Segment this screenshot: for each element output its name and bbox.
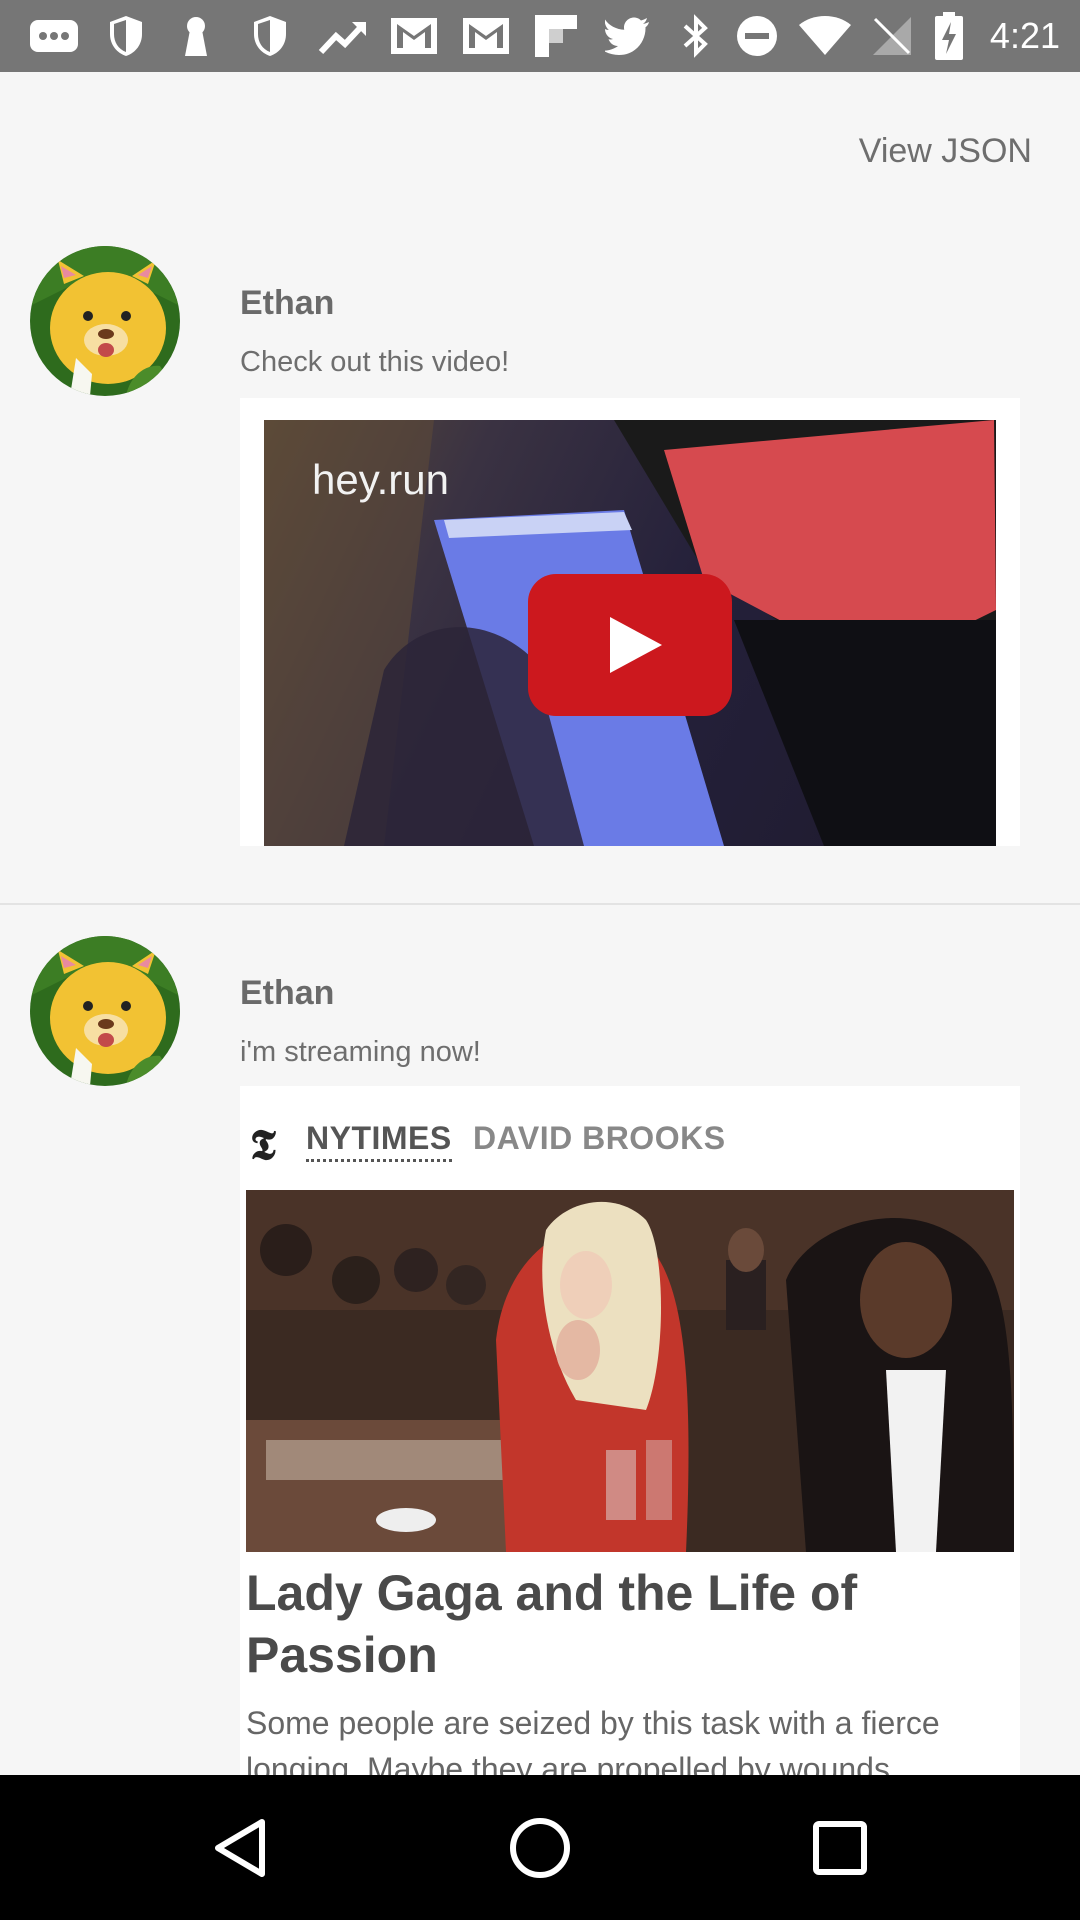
shield-icon <box>248 14 292 58</box>
home-button[interactable] <box>460 1775 620 1920</box>
video-title: hey.run <box>312 456 449 503</box>
do-not-disturb-icon <box>734 14 780 58</box>
video-card: hey.run <box>240 398 1020 846</box>
flipboard-icon <box>532 14 580 58</box>
no-signal-icon <box>870 14 914 58</box>
post-author[interactable]: Ethan <box>240 284 334 323</box>
messages-icon <box>28 14 80 58</box>
trending-icon <box>318 14 368 58</box>
post-author[interactable]: Ethan <box>240 974 334 1013</box>
article-source[interactable]: NYTIMES <box>306 1120 452 1162</box>
navigation-bar <box>0 1775 1080 1920</box>
article-byline: DAVID BROOKS <box>473 1120 726 1156</box>
battery-charging-icon <box>934 12 964 60</box>
article-image[interactable] <box>246 1190 1014 1552</box>
play-button[interactable] <box>528 574 732 716</box>
clock: 4:21 <box>989 15 1060 56</box>
play-icon <box>610 617 662 673</box>
home-icon <box>510 1817 570 1878</box>
divider <box>0 903 1080 905</box>
video-thumbnail[interactable]: hey.run <box>264 420 996 846</box>
back-icon <box>215 1818 265 1877</box>
article-title[interactable]: Lady Gaga and the Life of Passion <box>246 1562 1006 1686</box>
avatar[interactable] <box>30 936 180 1086</box>
status-bar: 4:21 <box>0 0 1080 72</box>
nytimes-logo-icon: 𝕿 <box>250 1120 276 1169</box>
keyhole-icon <box>178 14 214 58</box>
post-message: i'm streaming now! <box>240 1036 481 1068</box>
shield-icon <box>104 14 148 58</box>
wifi-icon <box>798 14 852 58</box>
gmail-icon <box>388 14 440 58</box>
recents-button[interactable] <box>760 1775 920 1920</box>
avatar[interactable] <box>30 246 180 396</box>
twitter-icon <box>604 14 652 58</box>
view-json-button[interactable]: View JSON <box>859 132 1032 171</box>
back-button[interactable] <box>160 1775 320 1920</box>
gmail-icon <box>460 14 512 58</box>
post-message: Check out this video! <box>240 346 510 378</box>
recents-icon <box>813 1820 867 1875</box>
bluetooth-icon <box>676 14 716 58</box>
